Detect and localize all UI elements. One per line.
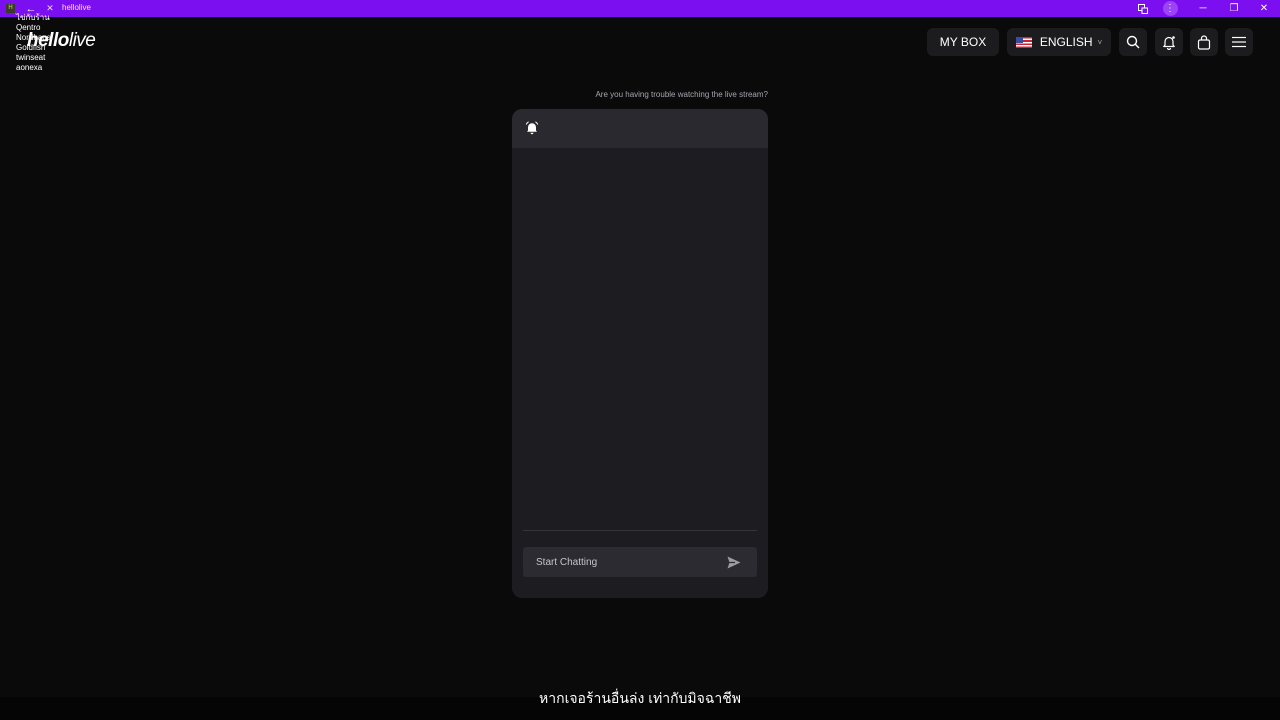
restore-button[interactable]: ❐ [1223,0,1245,17]
chat-input-placeholder: Start Chatting [536,557,598,568]
search-icon [1126,35,1140,49]
notification-bell-icon[interactable] [525,121,539,135]
chat-panel: Start Chatting [512,109,768,598]
list-item: Qentro [16,23,41,32]
site-favicon-icon: H [6,4,15,13]
page-title: hellolive [62,3,91,12]
notifications-button[interactable] [1155,28,1183,56]
stream-trouble-link[interactable]: Are you having trouble watching the live… [512,90,768,99]
list-item: Nordhaus [16,33,51,42]
list-item: aonexa [16,63,43,72]
menu-button[interactable] [1225,28,1253,56]
more-options-button[interactable]: ⋮ [1159,0,1181,17]
language-label: ENGLISH [1039,35,1093,49]
search-button[interactable] [1119,28,1147,56]
translate-icon[interactable] [1132,0,1154,17]
chat-header [512,109,768,148]
shopping-bag-icon [1197,34,1211,50]
logo-light-text: live [68,30,96,51]
us-flag-icon [1015,36,1032,48]
list-item: twinseat [16,53,46,62]
hamburger-menu-icon [1232,36,1246,48]
more-icon: ⋮ [1162,1,1178,16]
my-box-button[interactable]: MY BOX [927,28,999,56]
send-icon[interactable] [727,556,741,569]
overlay-name-list: ไข่กับร้าน Qentro Nordhaus Goldfish twin… [16,13,51,73]
minimize-button[interactable]: ─ [1192,0,1214,17]
video-caption: หากเจอร้านอื่นล่ง เท่ากับมิจฉาชีพ [539,690,741,706]
cart-button[interactable] [1190,28,1218,56]
list-item: ไข่กับร้าน [16,13,50,22]
bell-icon [1163,35,1175,50]
browser-titlebar: H ← ✕ hellolive ⋮ ─ ❐ ✕ [0,0,1280,17]
list-item: Goldfish [16,43,46,52]
close-window-button[interactable]: ✕ [1253,0,1275,17]
chevron-down-icon: ˅ [1097,37,1103,47]
language-selector[interactable]: ENGLISH ˅ [1007,28,1111,56]
chat-divider [523,530,757,531]
chat-input[interactable]: Start Chatting [523,547,757,577]
